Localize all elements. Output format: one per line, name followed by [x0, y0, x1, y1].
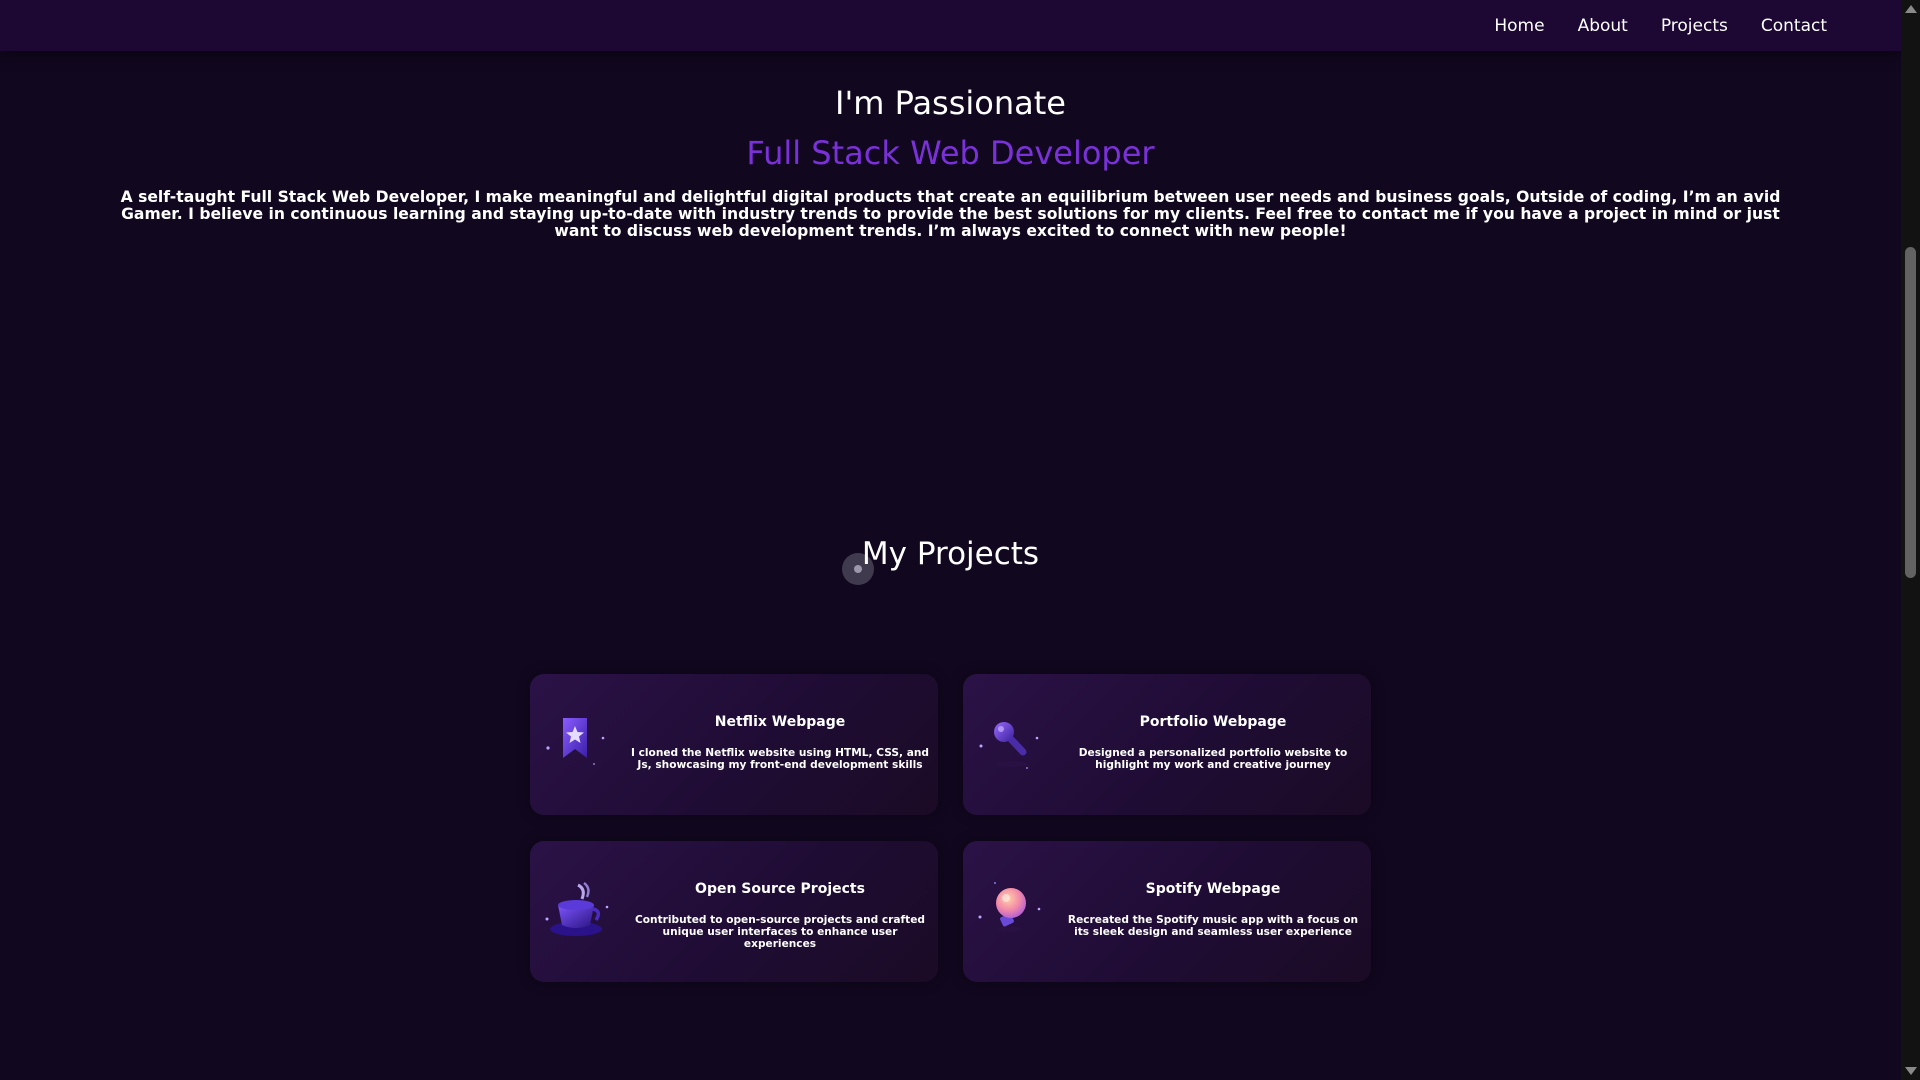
- nav-links: Home About Projects Contact: [1494, 0, 1827, 51]
- project-card-netflix[interactable]: Netflix Webpage I cloned the Netflix web…: [530, 674, 938, 815]
- project-card-description: Contributed to open-source projects and …: [635, 914, 925, 950]
- nav-link-home[interactable]: Home: [1494, 16, 1544, 36]
- project-card-description: I cloned the Netflix website using HTML,…: [631, 747, 929, 771]
- hero-subtitle: Full Stack Web Developer: [746, 134, 1155, 172]
- scroll-up-arrow-icon[interactable]: [1905, 5, 1917, 13]
- scroll-down-arrow-icon[interactable]: [1905, 1067, 1917, 1075]
- lightbulb-icon: [978, 882, 1041, 932]
- project-card-description: Designed a personalized portfolio websit…: [1078, 747, 1348, 771]
- project-card-open-source[interactable]: Open Source Projects Contributed to open…: [530, 841, 938, 982]
- coffee-cup-icon: [545, 881, 609, 936]
- project-card-title: Netflix Webpage: [714, 714, 846, 730]
- hero-bio: A self-taught Full Stack Web Developer, …: [120, 188, 1781, 240]
- vertical-scrollbar[interactable]: [1901, 0, 1920, 1080]
- nav-link-about[interactable]: About: [1578, 16, 1628, 36]
- project-card-title: Spotify Webpage: [1145, 881, 1281, 897]
- nav-link-contact[interactable]: Contact: [1761, 16, 1827, 36]
- scrollbar-thumb[interactable]: [1905, 247, 1916, 578]
- project-card-spotify[interactable]: Spotify Webpage Recreated the Spotify mu…: [963, 841, 1371, 982]
- navbar: Home About Projects Contact: [0, 0, 1901, 51]
- project-card-title: Portfolio Webpage: [1139, 714, 1287, 730]
- projects-title: My Projects: [861, 536, 1040, 572]
- nav-link-projects[interactable]: Projects: [1661, 16, 1728, 36]
- project-card-description: Recreated the Spotify music app with a f…: [1067, 914, 1359, 938]
- microphone-icon: [979, 722, 1039, 769]
- project-card-title: Open Source Projects: [695, 881, 865, 897]
- bookmark-star-icon: [546, 718, 605, 765]
- hero-title: I'm Passionate: [835, 84, 1066, 122]
- project-card-portfolio[interactable]: Portfolio Webpage Designed a personalize…: [963, 674, 1371, 815]
